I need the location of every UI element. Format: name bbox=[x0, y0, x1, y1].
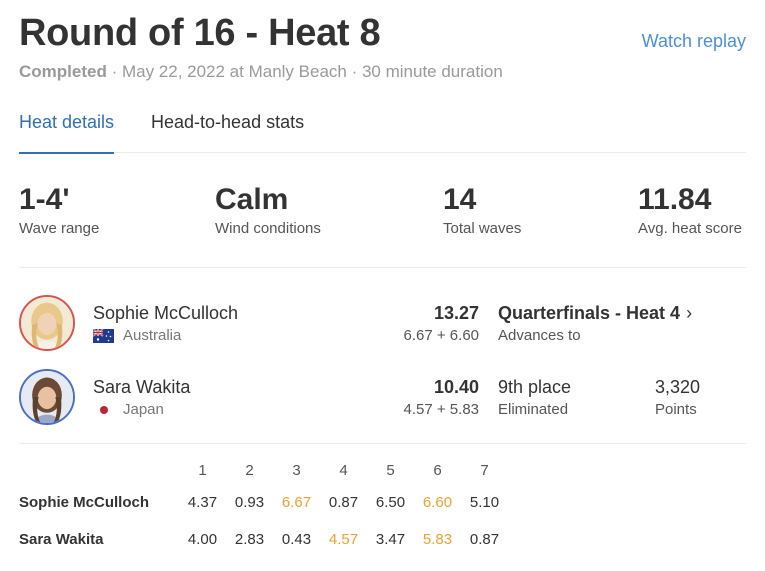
stat-value: 11.84 bbox=[638, 183, 712, 216]
wave-score: 4.00 bbox=[187, 531, 218, 548]
wave-score: 5.10 bbox=[469, 494, 500, 511]
result-sub: Eliminated bbox=[498, 401, 569, 418]
wave-score: 2.83 bbox=[234, 531, 265, 548]
points-label: Points bbox=[655, 401, 697, 418]
heat-meta: Completed · May 22, 2022 at Manly Beach … bbox=[19, 62, 503, 82]
wave-score: 0.43 bbox=[281, 531, 312, 548]
wave-score-counting: 6.67 bbox=[281, 494, 312, 511]
stat-avg-heat-score: 11.84 Avg. heat score bbox=[638, 183, 742, 237]
wave-column-header: 2 bbox=[245, 462, 254, 479]
surfer-name[interactable]: Sophie McCulloch bbox=[93, 303, 238, 324]
stat-label: Total waves bbox=[443, 220, 522, 237]
wave-column-header: 4 bbox=[339, 462, 348, 479]
japan-flag-icon bbox=[93, 403, 114, 417]
australia-flag-icon bbox=[93, 328, 114, 343]
tab-heat-details[interactable]: Heat details bbox=[19, 112, 115, 154]
wave-column-header: 5 bbox=[386, 462, 395, 479]
stat-wave-range: 1-4' Wave range bbox=[19, 183, 99, 237]
table-row: Sophie McCulloch 4.37 0.93 6.67 0.87 6.5… bbox=[19, 484, 508, 521]
stat-total-waves: 14 Total waves bbox=[443, 183, 521, 237]
surfer-country: Australia bbox=[93, 327, 181, 344]
wave-column-header: 7 bbox=[480, 462, 489, 479]
wave-score: 4.37 bbox=[187, 494, 218, 511]
wave-column-header: 3 bbox=[292, 462, 301, 479]
stat-value: 14 bbox=[443, 183, 477, 216]
heat-score: 10.40 bbox=[433, 377, 479, 397]
heat-score: 13.27 bbox=[433, 303, 479, 323]
page-title: Round of 16 - Heat 8 bbox=[19, 12, 381, 54]
surfer-name[interactable]: Sara Wakita bbox=[93, 377, 190, 398]
wave-score: 0.87 bbox=[469, 531, 500, 548]
heat-details-text: · May 22, 2022 at Manly Beach · 30 minut… bbox=[106, 62, 503, 81]
avatar-photo bbox=[21, 297, 73, 349]
wave-score: 0.87 bbox=[328, 494, 359, 511]
best-waves: 4.57 + 5.83 bbox=[403, 401, 479, 418]
table-header-blank bbox=[19, 462, 179, 484]
tab-head-to-head-stats[interactable]: Head-to-head stats bbox=[151, 112, 304, 153]
wave-score: 3.47 bbox=[375, 531, 406, 548]
divider bbox=[19, 267, 746, 268]
result-label: Quarterfinals - Heat 4 bbox=[498, 303, 681, 323]
wave-score-counting: 6.60 bbox=[422, 494, 453, 511]
next-heat-link[interactable]: Quarterfinals - Heat 4 › bbox=[498, 303, 692, 324]
row-surfer-name: Sara Wakita bbox=[19, 531, 104, 548]
wave-score: 0.93 bbox=[234, 494, 265, 511]
watch-replay-link[interactable]: Watch replay bbox=[642, 31, 746, 52]
final-placement: 9th place bbox=[498, 377, 572, 397]
surfer-country: Japan bbox=[93, 401, 164, 418]
wave-column-header: 1 bbox=[198, 462, 207, 479]
stat-label: Wind conditions bbox=[215, 220, 321, 237]
result-sub: Advances to bbox=[498, 327, 581, 344]
table-header-row: 1 2 3 4 5 6 7 bbox=[19, 462, 508, 484]
wave-scores-table: 1 2 3 4 5 6 7 Sophie McCulloch 4.37 0.93… bbox=[19, 462, 508, 558]
stat-wind-conditions: Calm Wind conditions bbox=[215, 183, 321, 237]
stat-value: 1-4' bbox=[19, 183, 70, 216]
wave-score-counting: 4.57 bbox=[328, 531, 359, 548]
avatar-sophie-mcculloch[interactable] bbox=[19, 295, 75, 351]
table-row: Sara Wakita 4.00 2.83 0.43 4.57 3.47 5.8… bbox=[19, 521, 508, 558]
row-surfer-name: Sophie McCulloch bbox=[19, 494, 150, 511]
chevron-right-icon: › bbox=[686, 303, 693, 323]
stat-label: Avg. heat score bbox=[638, 220, 742, 237]
avatar-photo bbox=[21, 371, 73, 423]
wave-column-header: 6 bbox=[433, 462, 442, 479]
points-value: 3,320 bbox=[655, 377, 701, 397]
country-name: Australia bbox=[123, 327, 182, 344]
tab-bar: Heat details Head-to-head stats bbox=[19, 112, 746, 154]
wave-score-counting: 5.83 bbox=[422, 531, 453, 548]
country-name: Japan bbox=[123, 401, 164, 418]
status-label: Completed bbox=[19, 62, 107, 81]
stat-label: Wave range bbox=[19, 220, 100, 237]
wave-score: 6.50 bbox=[375, 494, 406, 511]
stat-value: Calm bbox=[215, 183, 289, 216]
divider bbox=[19, 443, 746, 444]
best-waves: 6.67 + 6.60 bbox=[403, 327, 479, 344]
avatar-sara-wakita[interactable] bbox=[19, 369, 75, 425]
